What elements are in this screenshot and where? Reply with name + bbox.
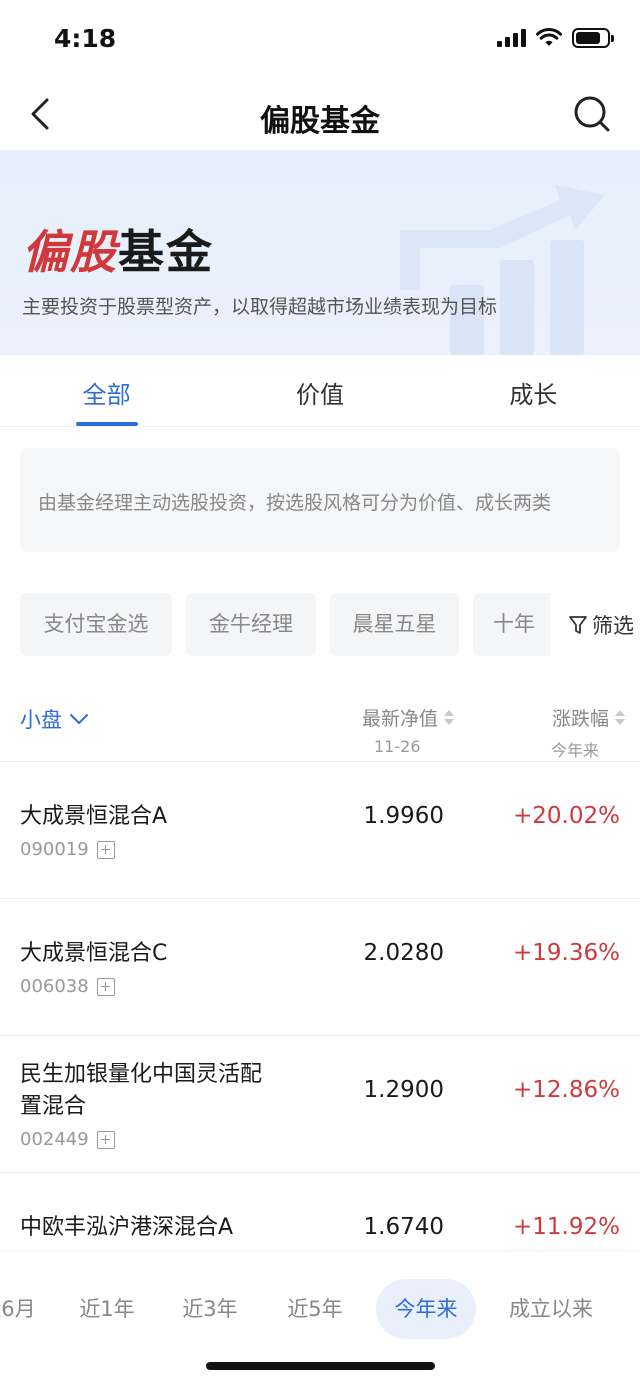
period-1-year[interactable]: 近1年 bbox=[70, 1279, 144, 1339]
period-year-to-date[interactable]: 今年来 bbox=[376, 1279, 476, 1339]
fund-change: +11.92% bbox=[513, 1214, 620, 1240]
status-icons bbox=[497, 28, 614, 48]
fund-code: 090019 bbox=[20, 839, 115, 860]
period-since-inception[interactable]: 成立以来 bbox=[496, 1279, 606, 1339]
tab-all[interactable]: 全部 bbox=[0, 355, 213, 426]
fund-name: 大成景恒混合C bbox=[20, 941, 168, 966]
chip-morningstar-five-star[interactable]: 晨星五星 bbox=[330, 593, 459, 656]
fund-row[interactable]: 民生加银量化中国灵活配置混合 002449 1.2900 +12.86% bbox=[0, 1037, 640, 1173]
add-watchlist-icon[interactable] bbox=[96, 977, 115, 996]
category-tabs: 全部 价值 成长 bbox=[0, 355, 640, 427]
fund-row[interactable]: 大成景恒混合A 090019 1.9960 +20.02% bbox=[0, 763, 640, 899]
nav-column-header[interactable]: 最新净值 11-26 bbox=[344, 704, 454, 756]
fund-code: 006038 bbox=[20, 976, 115, 997]
fund-nav: 2.0280 bbox=[363, 940, 444, 966]
fund-code: 002449 bbox=[20, 1129, 115, 1150]
fund-name: 大成景恒混合A bbox=[20, 804, 168, 829]
change-period: 今年来 bbox=[550, 741, 599, 760]
chip-alipay-select[interactable]: 支付宝金选 bbox=[20, 593, 172, 656]
banner-title-highlight: 偏股 bbox=[22, 225, 118, 279]
home-indicator bbox=[206, 1362, 435, 1370]
fund-code-text: 090019 bbox=[20, 839, 89, 860]
period-selector: 近6月 近1年 近3年 近5年 今年来 成立以来 bbox=[0, 1250, 640, 1360]
nav-column-title: 最新净值 bbox=[361, 708, 438, 730]
fund-row[interactable]: 大成景恒混合C 006038 2.0280 +19.36% bbox=[0, 900, 640, 1036]
sort-arrows-icon bbox=[615, 710, 625, 725]
fund-code-text: 002449 bbox=[20, 1129, 89, 1150]
fund-name: 中欧丰泓沪港深混合A bbox=[20, 1215, 234, 1240]
fund-list-header: 小盘 最新净值 11-26 涨跌幅 今年来 bbox=[0, 700, 640, 762]
battery-icon bbox=[572, 28, 614, 48]
chevron-down-icon bbox=[70, 714, 88, 724]
fund-change: +19.36% bbox=[513, 940, 620, 966]
search-icon bbox=[574, 96, 610, 132]
tab-growth[interactable]: 成长 bbox=[427, 355, 640, 426]
size-dropdown[interactable]: 小盘 bbox=[20, 704, 90, 734]
page-title: 偏股基金 bbox=[260, 104, 380, 139]
category-description-box: 由基金经理主动选股投资，按选股风格可分为价值、成长两类 bbox=[20, 448, 620, 552]
nav-bar: 偏股基金 bbox=[0, 80, 640, 150]
period-6-months[interactable]: 近6月 bbox=[0, 1279, 38, 1339]
fund-change: +12.86% bbox=[513, 1077, 620, 1103]
change-column-title: 涨跌幅 bbox=[551, 708, 609, 730]
period-3-years[interactable]: 近3年 bbox=[172, 1279, 248, 1339]
category-description: 由基金经理主动选股投资，按选股风格可分为价值、成长两类 bbox=[38, 492, 552, 514]
fund-name: 民生加银量化中国灵活配置混合 bbox=[20, 1062, 263, 1119]
fund-code-text: 006038 bbox=[20, 976, 89, 997]
change-column-header[interactable]: 涨跌幅 今年来 bbox=[500, 704, 625, 761]
size-dropdown-label: 小盘 bbox=[20, 708, 62, 732]
fund-nav: 1.9960 bbox=[363, 803, 444, 829]
sort-arrows-icon bbox=[444, 710, 454, 725]
fund-change: +20.02% bbox=[513, 803, 620, 829]
fund-row[interactable]: 中欧丰泓沪港深混合A 1.6740 +11.92% bbox=[0, 1174, 640, 1250]
status-time: 4:18 bbox=[54, 24, 117, 53]
chip-golden-bull-manager[interactable]: 金牛经理 bbox=[186, 593, 316, 656]
banner-title-rest: 基金 bbox=[118, 225, 214, 279]
banner-description: 主要投资于股票型资产，以取得超越市场业绩表现为目标 bbox=[22, 296, 498, 318]
filter-chips: 支付宝金选 金牛经理 晨星五星 十年 筛选 bbox=[20, 593, 640, 657]
banner-title: 偏股基金 bbox=[22, 216, 214, 282]
period-5-years[interactable]: 近5年 bbox=[277, 1279, 353, 1339]
status-bar: 4:18 bbox=[0, 0, 640, 80]
cellular-signal-icon bbox=[497, 29, 526, 47]
add-watchlist-icon[interactable] bbox=[96, 840, 115, 859]
category-banner: 偏股基金 主要投资于股票型资产，以取得超越市场业绩表现为目标 bbox=[0, 150, 640, 355]
tab-value[interactable]: 价值 bbox=[213, 355, 426, 426]
nav-date: 11-26 bbox=[374, 737, 421, 756]
growth-chart-icon bbox=[400, 185, 605, 355]
search-button[interactable] bbox=[570, 92, 614, 136]
filter-button[interactable]: 筛选 bbox=[550, 593, 640, 656]
filter-funnel-icon bbox=[569, 615, 587, 634]
wifi-icon bbox=[536, 28, 562, 46]
add-watchlist-icon[interactable] bbox=[96, 1130, 115, 1149]
filter-label: 筛选 bbox=[592, 613, 634, 638]
fund-nav: 1.2900 bbox=[363, 1077, 444, 1103]
fund-nav: 1.6740 bbox=[363, 1214, 444, 1240]
